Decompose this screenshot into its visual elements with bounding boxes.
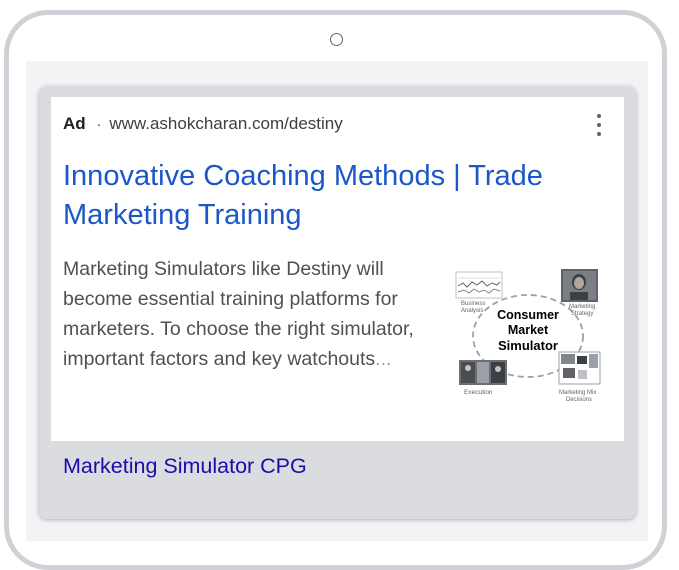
ad-thumbnail-image[interactable]: Business Analysis Marketing Strategy Exe… [455,266,603,406]
more-vert-icon[interactable] [593,114,605,136]
ad-title-link[interactable]: Innovative Coaching Methods | Trade Mark… [63,157,603,235]
center-title-line1: Consumer [497,308,559,322]
label-mix-decisions: Marketing Mix [559,390,596,396]
label-business-analysis-2: Analysis [461,308,483,314]
display-url[interactable]: www.ashokcharan.com/destiny [109,114,342,134]
more-vert-dot [597,132,601,136]
ad-description-text: Marketing Simulators like Destiny will b… [63,258,414,370]
label-marketing-strategy: Marketing [569,304,595,310]
center-title-line2: Market [508,323,549,337]
ad-description: Marketing Simulators like Destiny will b… [63,254,447,374]
separator-dot: · [96,116,102,132]
more-vert-dot [597,114,601,118]
sitelink-marketing-simulator[interactable]: Marketing Simulator CPG [63,454,307,479]
center-title-line3: Simulator [498,338,558,353]
label-business-analysis: Business [461,301,485,307]
ad-label: Ad [63,114,86,133]
ellipsis: ... [375,348,392,370]
ad-meta-line: Ad · www.ashokcharan.com/destiny [63,114,343,134]
label-marketing-strategy-2: Strategy [571,311,593,317]
label-mix-decisions-2: Decisions [566,397,592,403]
label-execution: Execution [464,389,493,396]
camera-icon [330,33,343,46]
more-vert-dot [597,123,601,127]
